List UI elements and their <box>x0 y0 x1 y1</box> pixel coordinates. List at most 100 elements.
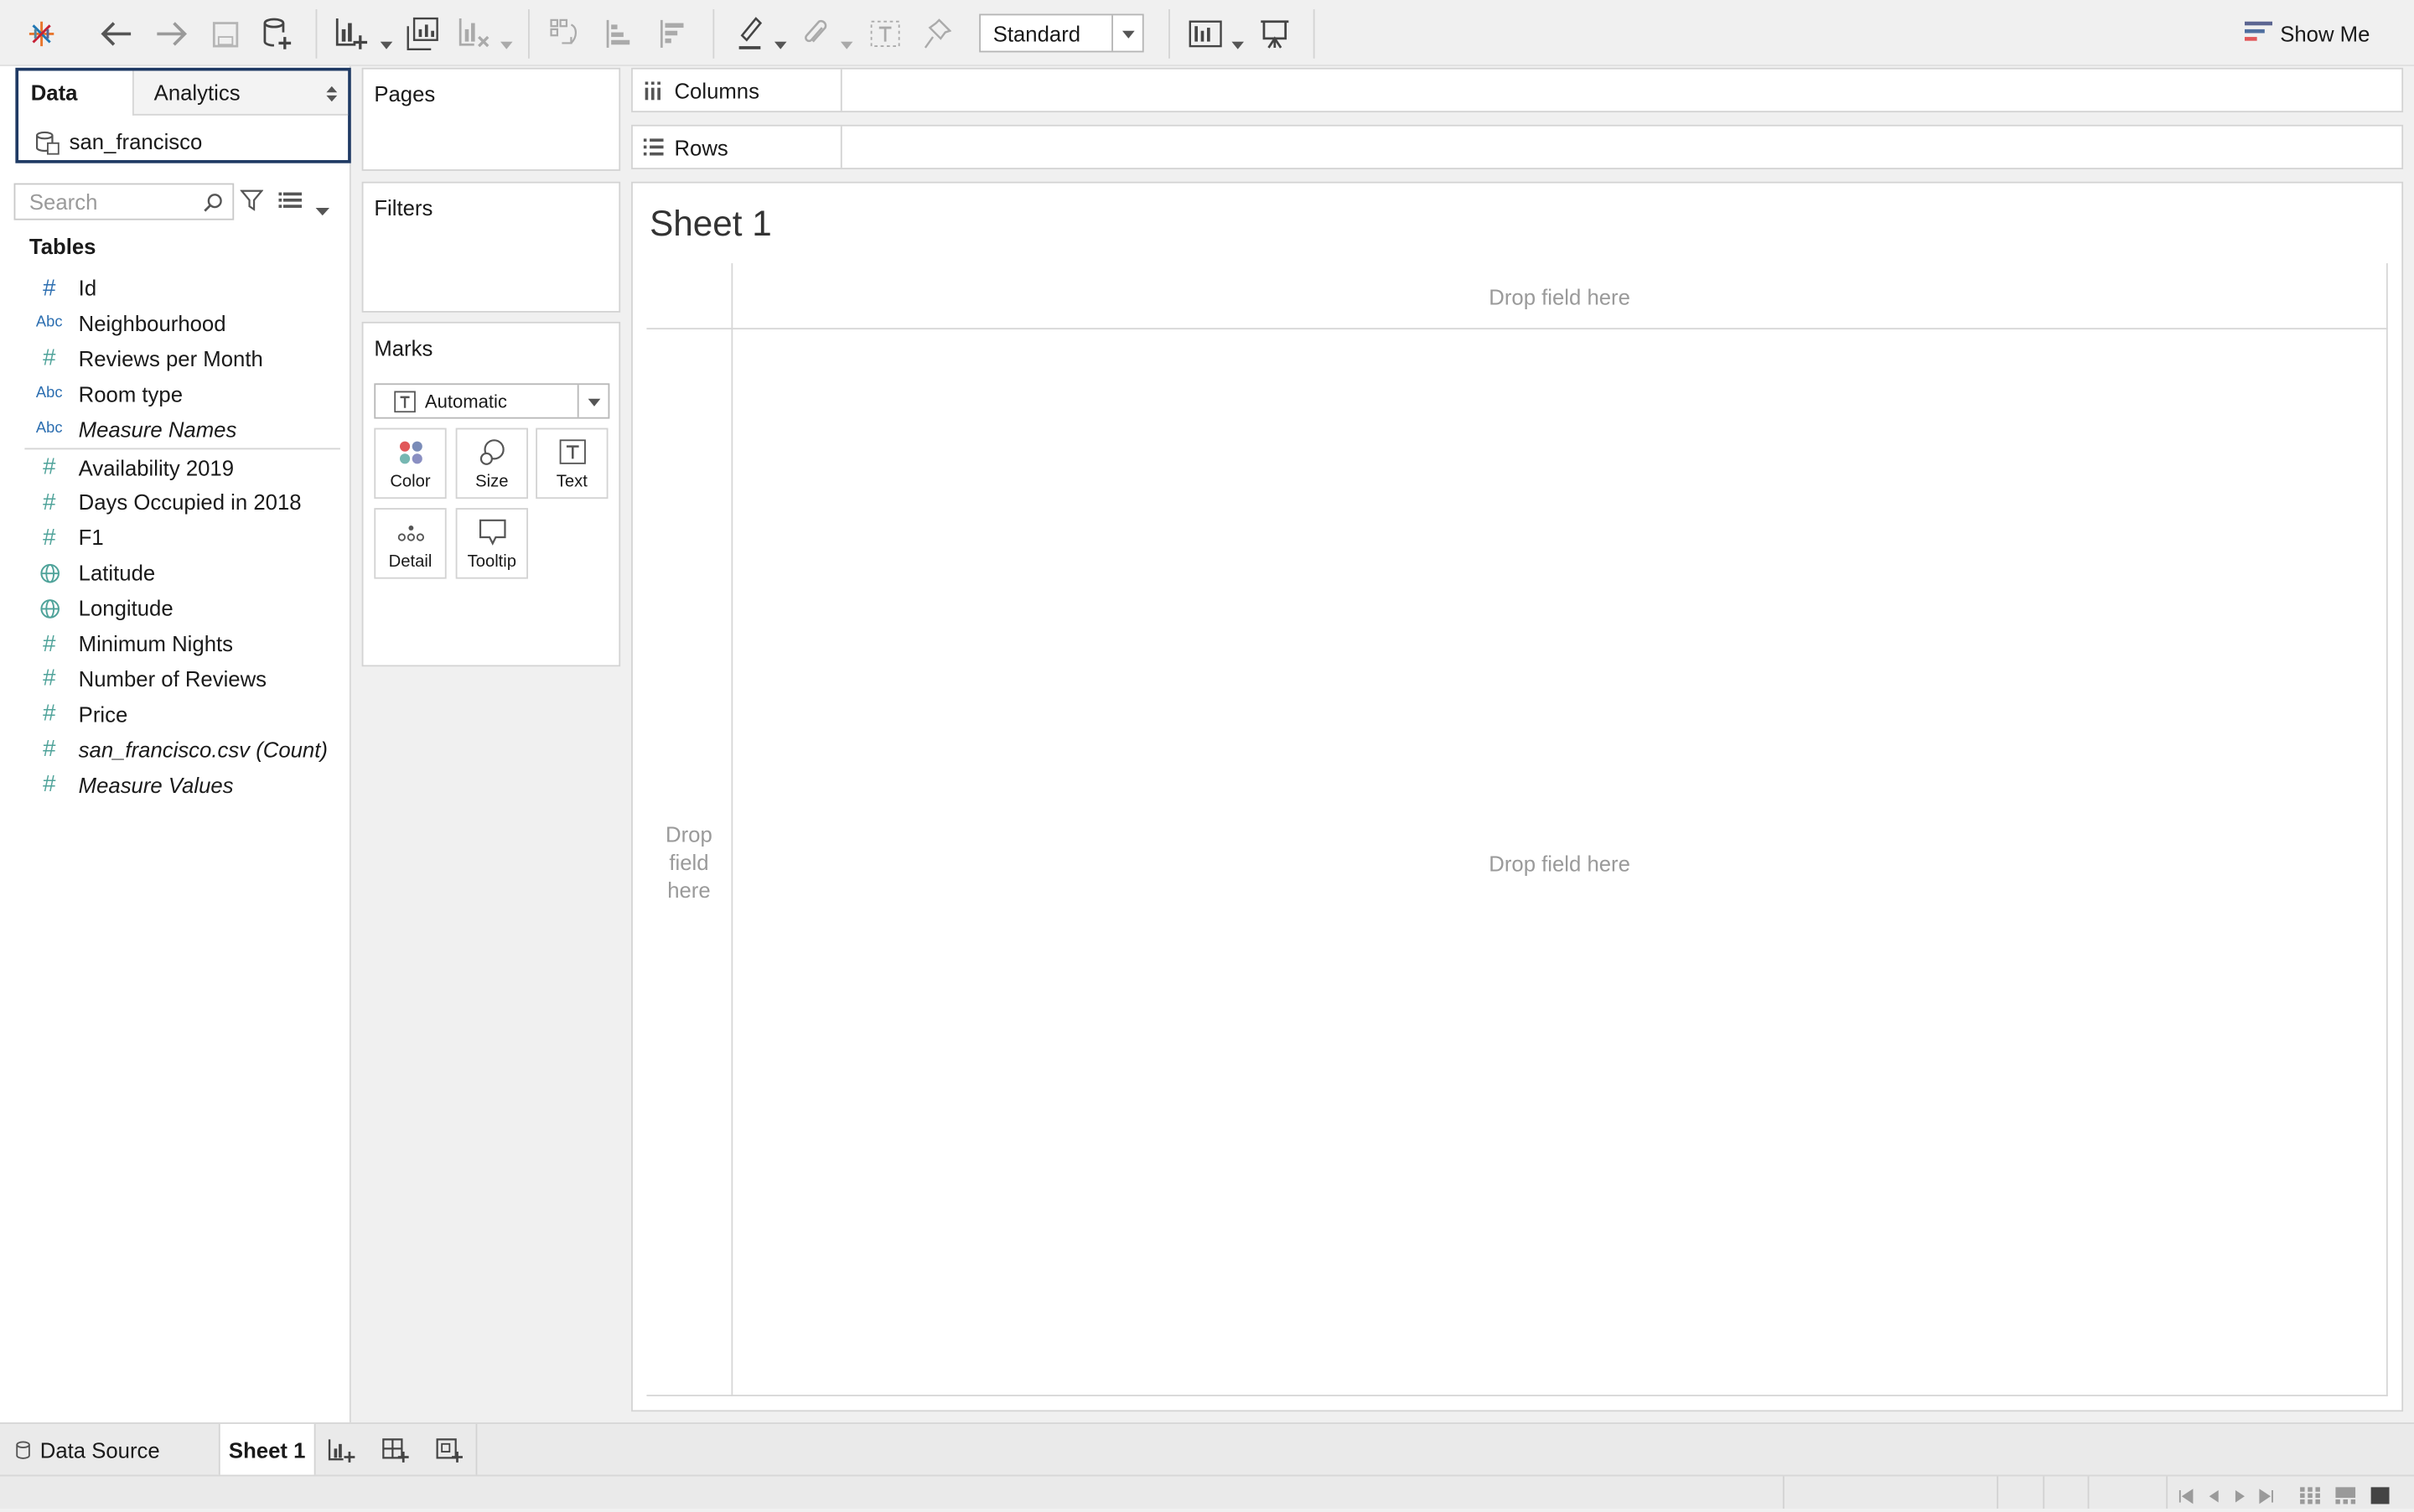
sheet-tab-bar: Data Source Sheet 1 <box>0 1422 2414 1475</box>
pages-shelf[interactable]: Pages <box>361 67 621 171</box>
status-divider <box>2087 1476 2090 1509</box>
sheet-sorter-icon[interactable] <box>2300 1484 2320 1512</box>
new-worksheet-tab-icon[interactable] <box>328 1438 355 1472</box>
tableau-logo-icon[interactable] <box>22 15 62 52</box>
redo-icon[interactable] <box>153 15 189 52</box>
tab-data-source[interactable]: Data Source <box>0 1424 217 1475</box>
datasource-item[interactable]: san_francisco <box>18 120 348 163</box>
tab-analytics[interactable]: Analytics <box>132 70 349 116</box>
field-item[interactable]: # F1 <box>28 520 344 554</box>
first-sheet-icon[interactable] <box>2178 1484 2194 1512</box>
highlight-caret-icon[interactable] <box>774 29 787 57</box>
tab-sheet-1[interactable]: Sheet 1 <box>218 1423 316 1475</box>
field-label: F1 <box>78 525 104 551</box>
undo-icon[interactable] <box>99 15 136 52</box>
field-item[interactable]: # Availability 2019 <box>28 450 344 484</box>
field-item[interactable]: Abc Measure Names <box>28 412 344 445</box>
worksheet-view: Sheet 1 Drop field here Drop field here … <box>631 181 2404 1412</box>
status-divider <box>2166 1476 2168 1509</box>
highlight-icon[interactable] <box>734 15 768 52</box>
mark-type-select[interactable]: Automatic <box>374 383 610 419</box>
group-members-icon[interactable] <box>799 15 832 52</box>
number-type-icon: # <box>43 274 56 302</box>
sheet-title[interactable]: Sheet 1 <box>650 203 772 245</box>
globe-icon <box>28 598 70 619</box>
new-datasource-icon[interactable] <box>260 15 293 52</box>
drop-zone-columns[interactable]: Drop field here <box>733 285 2386 309</box>
field-item[interactable]: Longitude <box>28 591 344 624</box>
field-item[interactable]: # Price <box>28 697 344 731</box>
show-me-button[interactable]: Show Me <box>2241 15 2396 52</box>
tables-heading: Tables <box>28 234 96 259</box>
search-field[interactable]: Search <box>13 183 235 220</box>
tab-divider <box>475 1423 478 1475</box>
single-sheet-view-icon[interactable] <box>2370 1484 2390 1512</box>
new-dashboard-tab-icon[interactable] <box>382 1438 410 1472</box>
field-item[interactable]: Abc Room type <box>28 376 344 410</box>
number-type-icon: # <box>43 524 56 551</box>
clear-sheet-caret-icon[interactable] <box>500 29 513 57</box>
field-item[interactable]: # Reviews per Month <box>28 341 344 375</box>
drop-zone-center[interactable]: Drop field here <box>733 852 2386 876</box>
view-list-icon[interactable] <box>278 189 302 217</box>
toolbar: Standard Show Me <box>0 0 2414 66</box>
drop-zone-rows-line1: Drop <box>666 821 712 847</box>
last-sheet-icon[interactable] <box>2258 1484 2273 1512</box>
duplicate-sheet-icon[interactable] <box>403 15 440 52</box>
field-label: Reviews per Month <box>78 345 263 371</box>
save-icon[interactable] <box>208 15 241 52</box>
color-label: Color <box>390 472 431 491</box>
fix-axes-icon[interactable] <box>920 15 954 52</box>
swap-rows-columns-icon[interactable] <box>548 15 582 52</box>
show-mark-labels-icon[interactable] <box>868 15 902 52</box>
field-item[interactable]: # san_francisco.csv (Count) <box>28 733 344 766</box>
field-item[interactable]: # Minimum Nights <box>28 627 344 660</box>
view-right-border <box>2386 263 2388 1396</box>
detail-button[interactable]: Detail <box>374 508 447 579</box>
fit-select[interactable]: Standard <box>979 13 1144 53</box>
rows-label-area: Rows <box>633 126 842 168</box>
sort-ascending-icon[interactable] <box>602 15 635 52</box>
rows-shelf[interactable]: Rows <box>631 124 2404 170</box>
mark-type-caret-icon[interactable] <box>577 385 609 417</box>
status-divider <box>2043 1476 2045 1509</box>
datasource-name: san_francisco <box>69 129 203 154</box>
fit-select-caret-icon[interactable] <box>1111 15 1142 51</box>
drop-zone-rows[interactable]: Drop field here <box>646 821 731 904</box>
filter-fields-icon[interactable] <box>240 189 264 219</box>
tooltip-button[interactable]: Tooltip <box>455 508 528 579</box>
presentation-mode-icon[interactable] <box>1256 15 1293 52</box>
color-button[interactable]: Color <box>374 427 447 500</box>
clear-sheet-icon[interactable] <box>456 15 493 52</box>
field-item[interactable]: # Measure Values <box>28 768 344 801</box>
field-label: Longitude <box>78 595 174 621</box>
size-button[interactable]: Size <box>455 427 528 500</box>
number-type-icon: # <box>43 771 56 798</box>
new-worksheet-caret-icon[interactable] <box>380 29 393 57</box>
string-type-icon: Abc <box>35 314 63 332</box>
color-icon <box>399 441 422 464</box>
database-icon <box>16 1441 30 1459</box>
tab-data[interactable]: Data <box>18 70 132 115</box>
group-members-caret-icon[interactable] <box>840 29 853 57</box>
new-worksheet-icon[interactable] <box>333 15 370 52</box>
data-pane-menu-caret-icon[interactable] <box>315 195 330 223</box>
next-sheet-icon[interactable] <box>2232 1484 2247 1512</box>
tab-analytics-label: Analytics <box>153 80 241 105</box>
show-cards-icon[interactable] <box>1187 15 1224 52</box>
field-item[interactable]: # Number of Reviews <box>28 662 344 696</box>
previous-sheet-icon[interactable] <box>2206 1484 2221 1512</box>
field-item[interactable]: Latitude <box>28 556 344 589</box>
show-cards-caret-icon[interactable] <box>1231 29 1245 57</box>
field-item[interactable]: # Days Occupied in 2018 <box>28 485 344 519</box>
filters-shelf[interactable]: Filters <box>361 181 621 313</box>
columns-shelf[interactable]: Columns <box>631 67 2404 113</box>
text-button[interactable]: Text <box>536 427 609 500</box>
tab-data-source-label: Data Source <box>39 1437 160 1463</box>
sort-descending-icon[interactable] <box>655 15 689 52</box>
detail-label: Detail <box>388 552 433 572</box>
new-story-tab-icon[interactable] <box>436 1438 464 1472</box>
field-item[interactable]: Abc Neighbourhood <box>28 306 344 339</box>
filmstrip-icon[interactable] <box>2335 1484 2356 1512</box>
field-item[interactable]: # Id <box>28 271 344 304</box>
